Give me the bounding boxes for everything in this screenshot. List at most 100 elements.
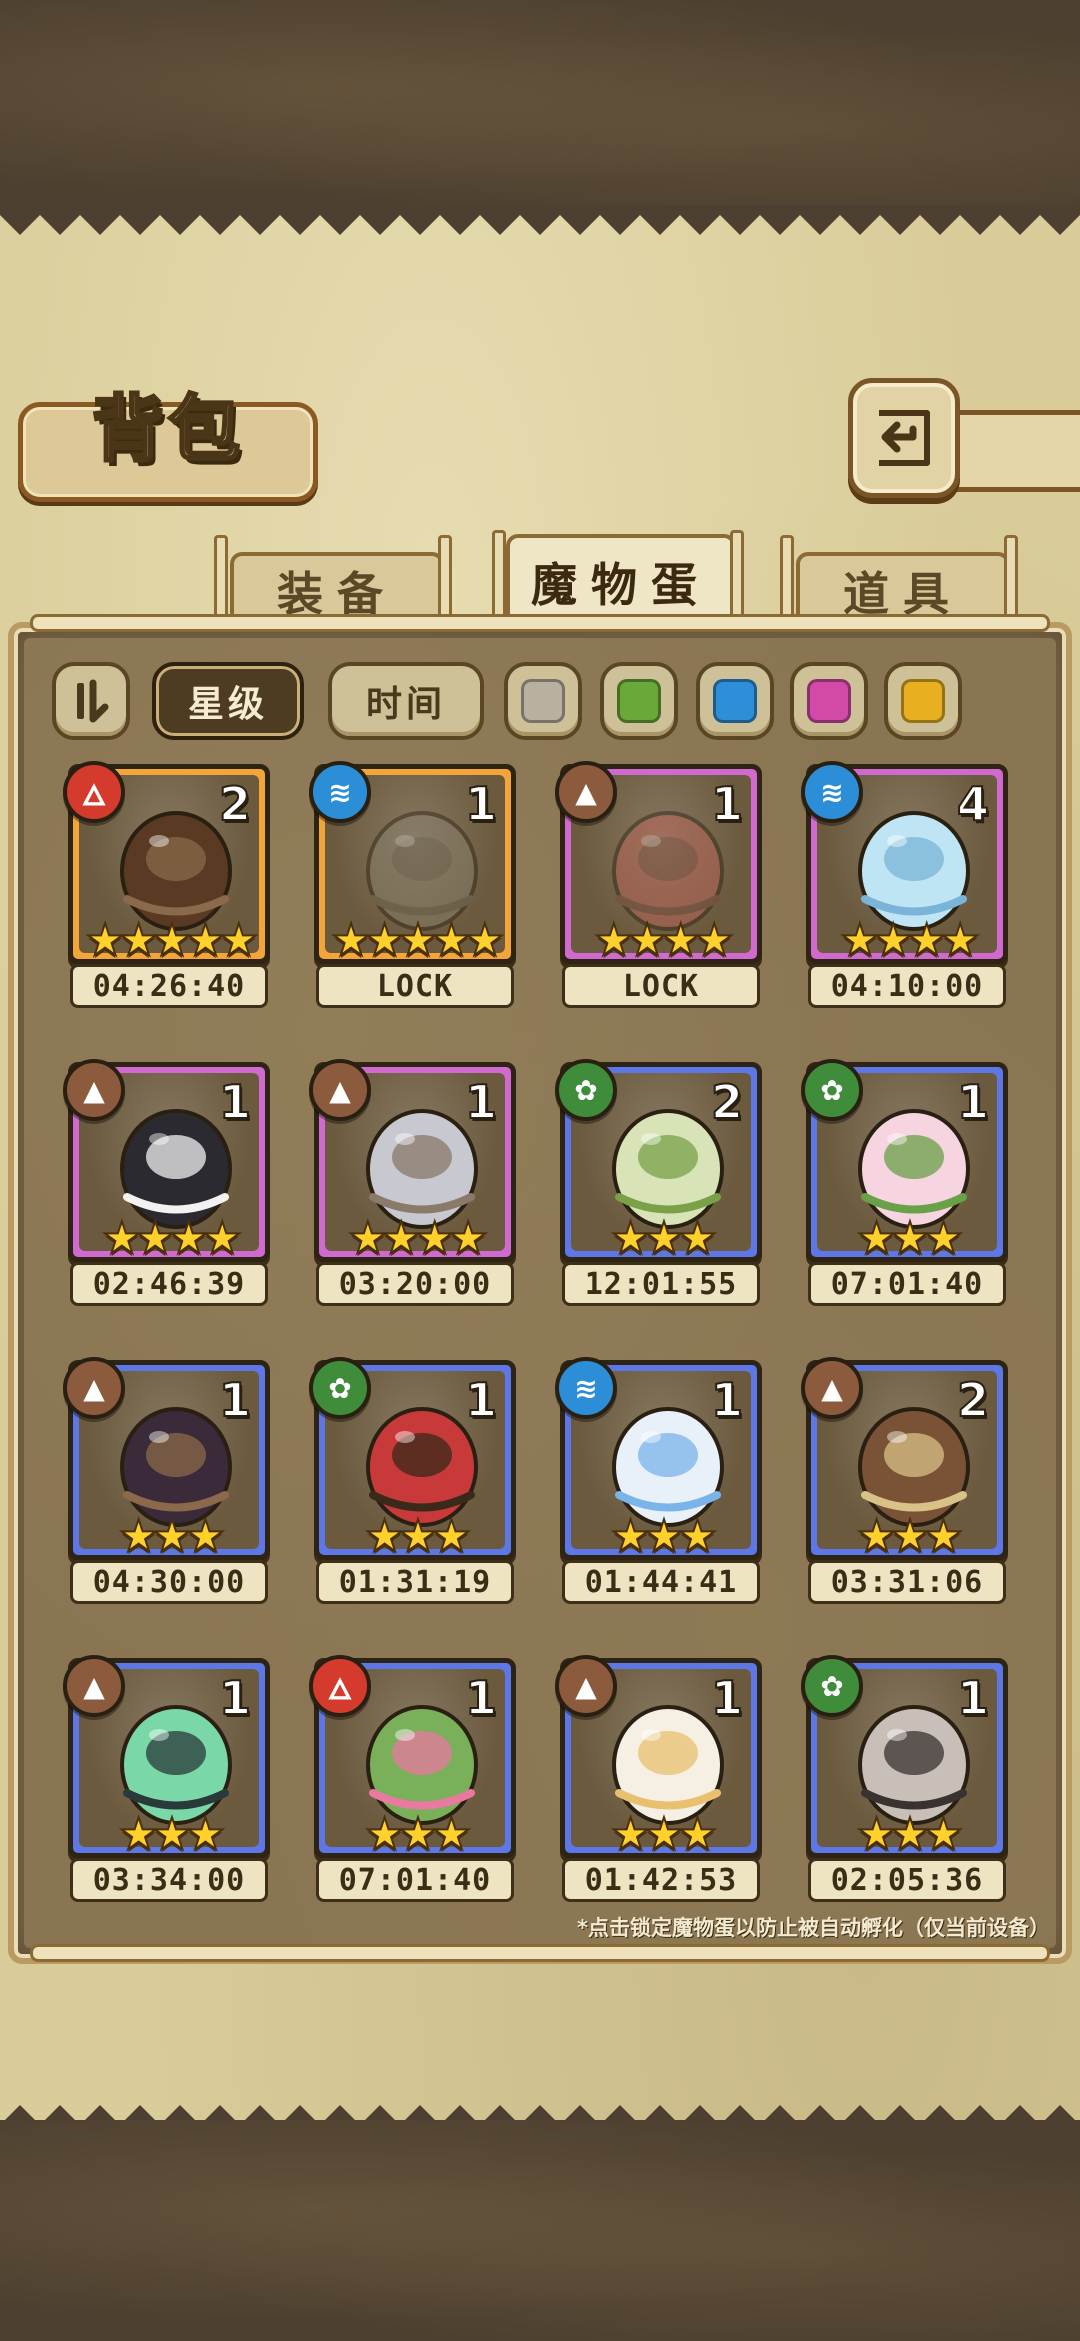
leaf-swirl-egg[interactable]: ✿ 2 ★★★ 12:01:55 (555, 1059, 764, 1306)
panel-rail-top (30, 614, 1050, 632)
hatch-timer[interactable]: 01:42:53 (562, 1858, 760, 1902)
color-filter-gold[interactable] (884, 662, 962, 740)
bow-egg[interactable]: 🜂 2 ★★★★★ 04:26:40 (63, 761, 272, 1008)
egg-count: 2 (956, 1372, 990, 1428)
egg-card[interactable]: 🜂 2 ★★★★★ (63, 761, 270, 967)
egg-card[interactable]: ✿ 1 ★★★ (309, 1357, 516, 1563)
egg-card[interactable]: ▲ 2 ★★★ (801, 1357, 1008, 1563)
earth-element-icon: ▲ (801, 1357, 863, 1419)
hatch-timer[interactable]: 02:46:39 (70, 1262, 268, 1306)
hatch-timer[interactable]: LOCK (316, 964, 514, 1008)
color-swatch (617, 679, 661, 723)
page-title: 背包 (90, 384, 244, 472)
hatch-timer[interactable]: 04:26:40 (70, 964, 268, 1008)
lock-hint-note: *点击锁定魔物蛋以防止被自动孵化（仅当前设备） (577, 1916, 1050, 1940)
egg-card[interactable]: ✿ 1 ★★★ (801, 1655, 1008, 1861)
egg-count: 1 (710, 776, 744, 832)
cloud-wing-egg[interactable]: ≋ 1 ★★★ 01:44:41 (555, 1357, 764, 1604)
star-rating: ★★★ (856, 1212, 964, 1265)
knight-sword-egg[interactable]: ▲ 1 ★★★★ 03:20:00 (309, 1059, 518, 1306)
star-rating: ★★★★★ (84, 914, 259, 967)
acorn-berry-egg[interactable]: ▲ 2 ★★★ 03:31:06 (801, 1357, 1010, 1604)
tab-post (492, 530, 506, 626)
hatch-timer[interactable]: 12:01:55 (562, 1262, 760, 1306)
sort-by-time-button[interactable]: 时间 (328, 662, 484, 740)
color-filter-blue[interactable] (696, 662, 774, 740)
fluffy-bee-egg[interactable]: ▲ 1 ★★★ 01:42:53 (555, 1655, 764, 1902)
hatch-timer[interactable]: 01:31:19 (316, 1560, 514, 1604)
map-background-bottom (0, 2120, 1080, 2341)
color-filter-green[interactable] (600, 662, 678, 740)
egg-count: 1 (218, 1074, 252, 1130)
egg-card[interactable]: ≋ 1 ★★★ (555, 1357, 762, 1563)
egg-count: 1 (464, 1670, 498, 1726)
egg-card[interactable]: ▲ 1 ★★★★ (63, 1059, 270, 1265)
hatch-timer[interactable]: LOCK (562, 964, 760, 1008)
earth-element-icon: ▲ (63, 1059, 125, 1121)
hatch-timer[interactable]: 07:01:40 (316, 1858, 514, 1902)
egg-count: 1 (464, 1372, 498, 1428)
color-filter-gray[interactable] (504, 662, 582, 740)
star-rating: ★★★ (610, 1808, 718, 1861)
color-swatch (807, 679, 851, 723)
sort-order-toggle[interactable] (52, 662, 130, 740)
slime-egg[interactable]: ▲ 1 ★★★ 03:34:00 (63, 1655, 272, 1902)
hatch-timer[interactable]: 07:01:40 (808, 1262, 1006, 1306)
egg-count: 1 (956, 1074, 990, 1130)
hatch-timer[interactable]: 02:05:36 (808, 1858, 1006, 1902)
spiked-collar-egg[interactable]: ✿ 1 ★★★ 02:05:36 (801, 1655, 1010, 1902)
earth-element-icon: ▲ (63, 1655, 125, 1717)
color-swatch (521, 679, 565, 723)
egg-card[interactable]: ≋ 1 ★★★★★ (309, 761, 516, 967)
map-background-top (0, 0, 1080, 215)
color-swatch (901, 679, 945, 723)
egg-card[interactable]: ✿ 2 ★★★ (555, 1059, 762, 1265)
egg-count: 2 (710, 1074, 744, 1130)
bat-wing-egg[interactable]: ▲ 1 ★★★ 04:30:00 (63, 1357, 272, 1604)
egg-card[interactable]: ✿ 1 ★★★ (801, 1059, 1008, 1265)
water-spirit-egg[interactable]: ≋ 4 ★★★★ 04:10:00 (801, 761, 1010, 1008)
tab-monster-eggs[interactable]: 魔物蛋 (506, 534, 736, 626)
egg-card[interactable]: ▲ 1 ★★★★ (309, 1059, 516, 1265)
egg-card[interactable]: ▲ 1 ★★★ (63, 1655, 270, 1861)
zigzag-border-top (0, 205, 1080, 235)
hatch-timer[interactable]: 03:34:00 (70, 1858, 268, 1902)
egg-card[interactable]: ≋ 4 ★★★★ (801, 761, 1008, 967)
star-rating: ★★★★ (593, 914, 735, 967)
hatch-timer[interactable]: 01:44:41 (562, 1560, 760, 1604)
star-rating: ★★★★★ (330, 914, 505, 967)
egg-count: 1 (710, 1372, 744, 1428)
egg-count: 2 (218, 776, 252, 832)
water-element-icon: ≋ (309, 761, 371, 823)
tab-post (438, 535, 452, 625)
back-button-rail (955, 410, 1080, 492)
color-filter-pink[interactable] (790, 662, 868, 740)
lotus-egg[interactable]: ✿ 1 ★★★ 07:01:40 (801, 1059, 1010, 1306)
egg-card[interactable]: ▲ 1 ★★★★ (555, 761, 762, 967)
hatch-timer[interactable]: 04:30:00 (70, 1560, 268, 1604)
page-title-plate: 背包 (18, 384, 318, 502)
back-button[interactable] (848, 378, 960, 498)
thorn-egg[interactable]: ▲ 1 ★★★★ LOCK (555, 761, 764, 1008)
sort-by-star-button[interactable]: 星级 (152, 662, 304, 740)
egg-grid: 🜂 2 ★★★★★ 04:26:40 ≋ 1 ★★★★★ LOCK ▲ 1 ★★… (63, 761, 1016, 1902)
grass-element-icon: ✿ (309, 1357, 371, 1419)
egg-card[interactable]: 🜂 1 ★★★ (309, 1655, 516, 1861)
hatch-timer[interactable]: 03:20:00 (316, 1262, 514, 1306)
hatch-timer[interactable]: 03:31:06 (808, 1560, 1006, 1604)
egg-count: 1 (956, 1670, 990, 1726)
hatch-timer[interactable]: 04:10:00 (808, 964, 1006, 1008)
egg-count: 1 (464, 776, 498, 832)
egg-card[interactable]: ▲ 1 ★★★ (555, 1655, 762, 1861)
spider-egg[interactable]: ▲ 1 ★★★★ 02:46:39 (63, 1059, 272, 1306)
tab-post (1004, 535, 1018, 625)
spotted-feather-egg[interactable]: ✿ 1 ★★★ 01:31:19 (309, 1357, 518, 1604)
egg-count: 1 (218, 1670, 252, 1726)
grass-element-icon: ✿ (801, 1059, 863, 1121)
cactus-flower-egg[interactable]: 🜂 1 ★★★ 07:01:40 (309, 1655, 518, 1902)
egg-count: 4 (956, 776, 990, 832)
egg-count: 1 (218, 1372, 252, 1428)
locked-shadow-egg[interactable]: ≋ 1 ★★★★★ LOCK (309, 761, 518, 1008)
egg-card[interactable]: ▲ 1 ★★★ (63, 1357, 270, 1563)
fire-element-icon: 🜂 (309, 1655, 371, 1717)
